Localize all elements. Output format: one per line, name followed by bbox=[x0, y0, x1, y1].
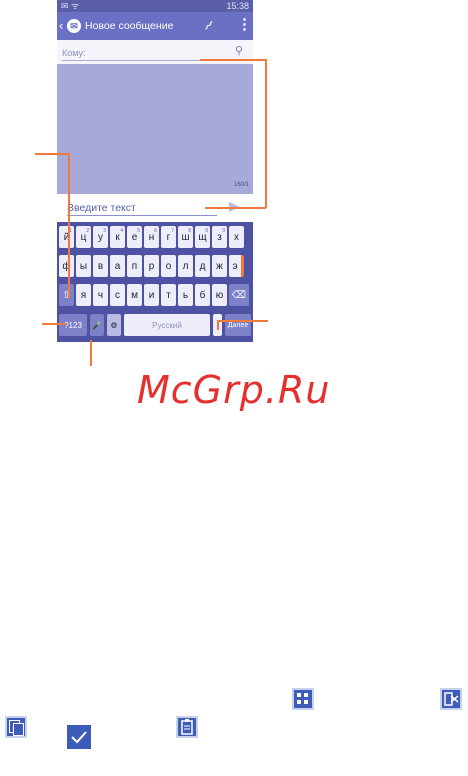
cut-icon bbox=[440, 688, 462, 710]
keyboard: й1 ц2 у3 к4 е5 н6 г7 ш8 щ9 з0 х ф ы в а … bbox=[57, 222, 253, 342]
key[interactable]: ю bbox=[212, 284, 227, 306]
key[interactable]: е5 bbox=[127, 226, 142, 248]
callout-line bbox=[205, 207, 266, 209]
callout-line bbox=[90, 340, 92, 366]
key[interactable]: ч bbox=[93, 284, 108, 306]
key[interactable]: к4 bbox=[110, 226, 125, 248]
overflow-menu-button[interactable]: ⋮ bbox=[237, 16, 252, 34]
key[interactable]: л bbox=[178, 255, 193, 277]
contact-picker-icon[interactable]: ⚲ bbox=[233, 44, 245, 58]
message-area[interactable]: 160/1 bbox=[57, 64, 253, 194]
message-input[interactable]: Введите текст bbox=[67, 201, 217, 216]
key[interactable]: я bbox=[76, 284, 91, 306]
space-key[interactable]: Русский bbox=[124, 314, 210, 336]
key[interactable]: й1 bbox=[59, 226, 74, 248]
key[interactable]: з0 bbox=[212, 226, 227, 248]
status-icons: ✉ ᯤ bbox=[61, 1, 80, 11]
key[interactable]: с bbox=[110, 284, 125, 306]
callout-line bbox=[217, 320, 219, 330]
back-button[interactable]: ‹ bbox=[59, 17, 63, 35]
key[interactable]: о bbox=[161, 255, 176, 277]
recipient-input[interactable]: Кому: bbox=[62, 46, 222, 61]
page-title: Новое сообщение bbox=[85, 20, 174, 32]
status-time: 15:38 bbox=[226, 1, 249, 11]
watermark: McGrp.Ru bbox=[137, 368, 331, 412]
phone-screenshot: ✉ ᯤ 15:38 ‹ ✉ Новое сообщение ⌇ ⋮ Кому: … bbox=[57, 0, 253, 342]
key[interactable]: щ9 bbox=[195, 226, 210, 248]
paste-icon bbox=[176, 716, 198, 738]
callout-line bbox=[217, 320, 268, 322]
key[interactable]: у3 bbox=[93, 226, 108, 248]
key[interactable]: а bbox=[110, 255, 125, 277]
key[interactable]: и bbox=[144, 284, 159, 306]
callout-line bbox=[68, 153, 70, 298]
key[interactable]: ы bbox=[76, 255, 91, 277]
key[interactable]: ф bbox=[59, 255, 74, 277]
key[interactable]: х bbox=[229, 226, 244, 248]
callout-line bbox=[35, 153, 69, 155]
key[interactable]: ц2 bbox=[76, 226, 91, 248]
copy-icon bbox=[5, 716, 27, 738]
grid-icon bbox=[292, 688, 314, 710]
symbols-key[interactable]: ?123 bbox=[59, 314, 87, 336]
callout-line bbox=[42, 323, 66, 325]
callout-line bbox=[265, 59, 267, 208]
key[interactable]: м bbox=[127, 284, 142, 306]
action-bar: ‹ ✉ Новое сообщение ⌇ ⋮ bbox=[57, 12, 253, 40]
key[interactable]: д bbox=[195, 255, 210, 277]
microphone-icon[interactable]: 🎤 bbox=[90, 314, 104, 336]
settings-icon[interactable]: ⚙ bbox=[107, 314, 121, 336]
backspace-key[interactable]: ⌫ bbox=[229, 284, 249, 306]
key[interactable]: в bbox=[93, 255, 108, 277]
key[interactable]: т bbox=[161, 284, 176, 306]
key[interactable]: н6 bbox=[144, 226, 159, 248]
key[interactable]: г7 bbox=[161, 226, 176, 248]
key[interactable]: р bbox=[144, 255, 159, 277]
shift-key[interactable]: ⇧ bbox=[59, 284, 74, 306]
key[interactable]: б bbox=[195, 284, 210, 306]
character-counter: 160/1 bbox=[233, 182, 249, 188]
key[interactable]: э bbox=[229, 255, 244, 277]
callout-line bbox=[200, 59, 266, 61]
message-icon: ✉ bbox=[67, 19, 81, 33]
check-icon bbox=[67, 725, 91, 749]
status-bar: ✉ ᯤ 15:38 bbox=[57, 0, 253, 12]
key[interactable]: ь bbox=[178, 284, 193, 306]
key[interactable]: ж bbox=[212, 255, 227, 277]
key[interactable]: ш8 bbox=[178, 226, 193, 248]
enter-key[interactable]: Далее bbox=[225, 314, 251, 336]
key[interactable]: п bbox=[127, 255, 142, 277]
paperclip-icon[interactable]: ⌇ bbox=[200, 18, 216, 34]
